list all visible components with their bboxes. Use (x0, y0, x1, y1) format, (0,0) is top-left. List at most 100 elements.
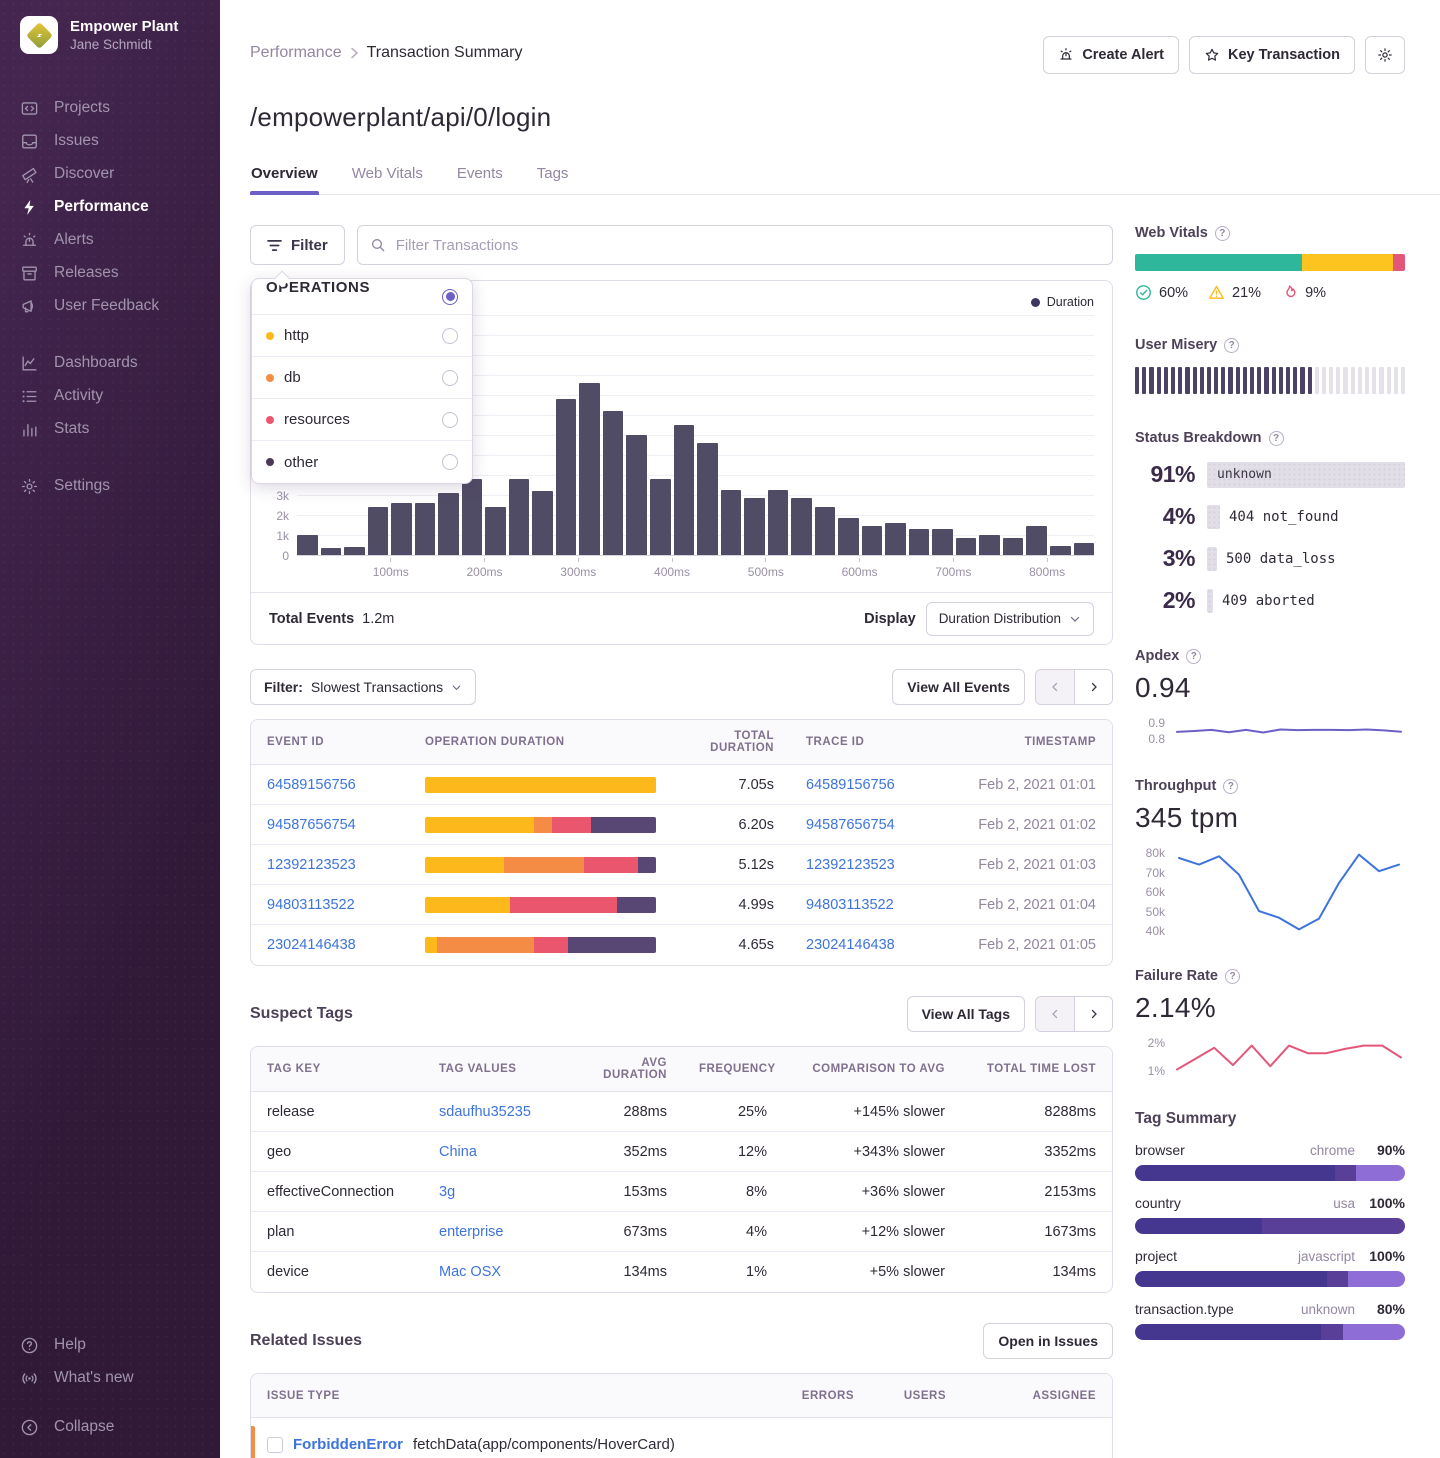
trace-id-link[interactable]: 12392123523 (806, 857, 895, 873)
tag-value-cell-link[interactable]: sdaufhu35235 (439, 1104, 531, 1120)
histogram-bar[interactable] (956, 538, 977, 555)
operations-dropdown-header[interactable]: OPERATIONS (252, 279, 472, 315)
events-next-page-button[interactable] (1074, 670, 1112, 704)
tag-value-cell-link[interactable]: enterprise (439, 1224, 503, 1240)
table-row[interactable]: 123921235235.12s12392123523Feb 2, 2021 0… (251, 845, 1112, 885)
sidebar-item-stats[interactable]: Stats (0, 413, 220, 446)
histogram-bar[interactable] (485, 507, 506, 555)
issue-type-link[interactable]: ForbiddenError (293, 1436, 403, 1453)
histogram-bar[interactable] (1074, 543, 1095, 555)
sidebar-item-performance[interactable]: Performance (0, 191, 220, 224)
tag-value-cell-link[interactable]: 3g (439, 1184, 455, 1200)
histogram-bar[interactable] (438, 493, 459, 555)
event-id-link[interactable]: 94587656754 (267, 817, 356, 833)
filter-option-db[interactable]: db (252, 357, 472, 399)
table-row[interactable]: deviceMac OSX134ms1%+5% slower134ms (251, 1252, 1112, 1292)
table-row[interactable]: releasesdaufhu35235288ms25%+145% slower8… (251, 1092, 1112, 1132)
filter-option-other[interactable]: other (252, 441, 472, 483)
histogram-bar[interactable] (556, 399, 577, 555)
histogram-bar[interactable] (391, 503, 412, 555)
histogram-bar[interactable] (415, 503, 436, 555)
histogram-bar[interactable] (626, 435, 647, 555)
event-id-link[interactable]: 64589156756 (267, 777, 356, 793)
sidebar-item-help[interactable]: Help (0, 1329, 220, 1362)
histogram-bar[interactable] (603, 411, 624, 555)
events-filter-select[interactable]: Filter: Slowest Transactions (250, 669, 476, 705)
operations-radio-selected[interactable] (442, 289, 458, 305)
histogram-bar[interactable] (862, 526, 883, 555)
trace-id-link[interactable]: 94587656754 (806, 817, 895, 833)
histogram-bar[interactable] (885, 523, 906, 555)
sidebar-item-discover[interactable]: Discover (0, 158, 220, 191)
help-circle-icon[interactable]: ? (1224, 338, 1239, 353)
filter-button[interactable]: Filter (250, 225, 345, 265)
histogram-bar[interactable] (532, 491, 553, 555)
histogram-bar[interactable] (932, 529, 953, 555)
trace-id-link[interactable]: 64589156756 (806, 777, 895, 793)
open-in-issues-button[interactable]: Open in Issues (983, 1323, 1113, 1359)
histogram-bar[interactable] (1026, 526, 1047, 555)
histogram-bar[interactable] (321, 548, 342, 555)
sidebar-item-releases[interactable]: Releases (0, 257, 220, 290)
filter-option-radio[interactable] (442, 370, 458, 386)
histogram-bar[interactable] (979, 535, 1000, 555)
help-circle-icon[interactable]: ? (1269, 431, 1284, 446)
trace-id-link[interactable]: 23024146438 (806, 937, 895, 953)
histogram-bar[interactable] (744, 498, 765, 555)
tags-prev-page-button[interactable] (1036, 997, 1074, 1031)
sidebar-item-projects[interactable]: Projects (0, 92, 220, 125)
event-id-link[interactable]: 12392123523 (267, 857, 356, 873)
histogram-bar[interactable] (721, 490, 742, 555)
help-circle-icon[interactable]: ? (1223, 779, 1238, 794)
histogram-bar[interactable] (509, 479, 530, 555)
histogram-bar[interactable] (674, 425, 695, 555)
filter-option-radio[interactable] (442, 454, 458, 470)
histogram-bar[interactable] (462, 479, 483, 555)
help-circle-icon[interactable]: ? (1186, 649, 1201, 664)
create-alert-button[interactable]: Create Alert (1043, 36, 1179, 74)
event-id-link[interactable]: 94803113522 (267, 897, 355, 913)
event-id-link[interactable]: 23024146438 (267, 937, 356, 953)
histogram-bar[interactable] (650, 479, 671, 555)
breadcrumb-performance[interactable]: Performance (250, 44, 342, 62)
sidebar-item-user-feedback[interactable]: User Feedback (0, 290, 220, 323)
org-switcher[interactable]: Empower Plant Jane Schmidt (0, 16, 220, 54)
filter-option-resources[interactable]: resources (252, 399, 472, 441)
events-prev-page-button[interactable] (1036, 670, 1074, 704)
table-row[interactable]: geoChina352ms12%+343% slower3352ms (251, 1132, 1112, 1172)
sidebar-item-collapse[interactable]: Collapse (0, 1411, 220, 1444)
tab-overview[interactable]: Overview (250, 159, 319, 194)
issue-checkbox[interactable] (267, 1437, 283, 1453)
histogram-bar[interactable] (344, 547, 365, 555)
sidebar-item-dashboards[interactable]: Dashboards (0, 347, 220, 380)
filter-option-http[interactable]: http (252, 315, 472, 357)
display-select[interactable]: Duration Distribution (926, 602, 1094, 636)
filter-option-radio[interactable] (442, 328, 458, 344)
tag-value-cell-link[interactable]: Mac OSX (439, 1264, 501, 1280)
view-all-tags-button[interactable]: View All Tags (907, 996, 1025, 1032)
trace-id-link[interactable]: 94803113522 (806, 897, 894, 913)
sidebar-item-alerts[interactable]: Alerts (0, 224, 220, 257)
key-transaction-button[interactable]: Key Transaction (1189, 36, 1355, 74)
histogram-bar[interactable] (1050, 546, 1071, 555)
tags-next-page-button[interactable] (1074, 997, 1112, 1031)
tab-events[interactable]: Events (456, 159, 504, 194)
help-circle-icon[interactable]: ? (1215, 226, 1230, 241)
table-row[interactable]: 945876567546.20s94587656754Feb 2, 2021 0… (251, 805, 1112, 845)
histogram-bar[interactable] (697, 443, 718, 555)
table-row[interactable]: planenterprise673ms4%+12% slower1673ms (251, 1212, 1112, 1252)
table-row[interactable]: effectiveConnection3g153ms8%+36% slower2… (251, 1172, 1112, 1212)
settings-gear-button[interactable] (1365, 36, 1405, 74)
table-row[interactable]: 645891567567.05s64589156756Feb 2, 2021 0… (251, 765, 1112, 805)
histogram-bar[interactable] (1003, 538, 1024, 555)
table-row[interactable]: 948031135224.99s94803113522Feb 2, 2021 0… (251, 885, 1112, 925)
histogram-bar[interactable] (815, 507, 836, 555)
histogram-bar[interactable] (791, 498, 812, 555)
sidebar-item-activity[interactable]: Activity (0, 380, 220, 413)
search-input[interactable] (396, 237, 1100, 254)
chart-legend[interactable]: Duration (1031, 295, 1094, 309)
histogram-bar[interactable] (768, 490, 789, 555)
tag-value-cell-link[interactable]: China (439, 1144, 477, 1160)
histogram-bar[interactable] (909, 529, 930, 555)
issue-row[interactable]: ForbiddenError fetchData(app/components/… (251, 1418, 1112, 1458)
